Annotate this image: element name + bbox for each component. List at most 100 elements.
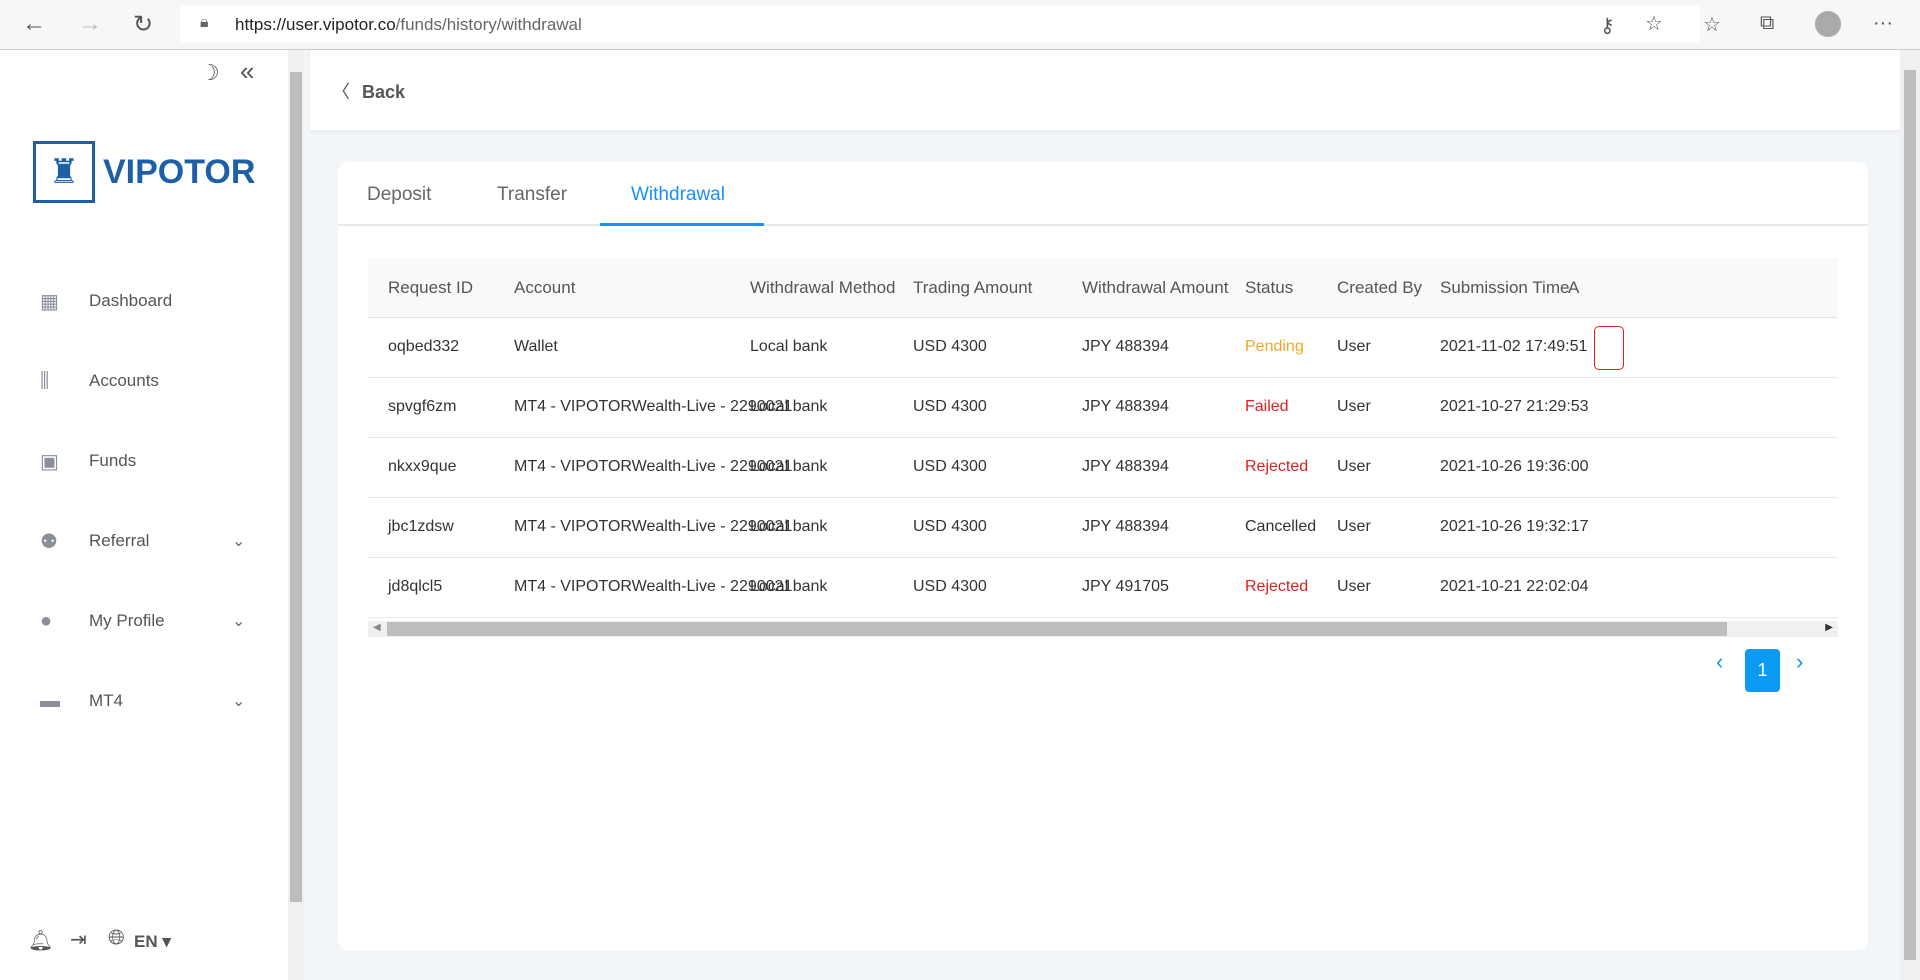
profile-avatar[interactable] [1815,11,1841,37]
language-label: EN [134,932,158,951]
favorite-add-icon[interactable]: ☆ [1645,11,1663,36]
sidebar-item-label: Funds [89,451,137,470]
sidebar-item-my-profile[interactable]: ● My Profile ⌄ [0,596,288,646]
lock-icon: 🔒︎ [200,14,209,31]
page-scrollbar[interactable] [1900,50,1920,980]
cell-withdrawal-method: Local bank [750,518,828,535]
favorites-icon[interactable]: ☆ [1703,12,1721,37]
globe-icon[interactable]: 🌐︎ [108,926,125,950]
next-page-button[interactable]: › [1796,649,1803,675]
history-card: Deposit Transfer Withdrawal Request ID Ac… [338,162,1868,950]
sidebar-item-label: MT4 [89,691,123,710]
cell-status: Rejected [1245,578,1309,595]
column-header-withdrawal-amount: Withdrawal Amount [1082,278,1229,297]
tab-transfer[interactable]: Transfer [497,184,567,206]
page-button-current[interactable]: 1 [1745,649,1780,692]
back-arrow-icon[interactable]: ← [22,10,46,38]
sidebar-item-label: Referral [89,531,150,550]
accounts-icon: ⫼ [40,369,50,392]
logo-text: VIPOTOR [103,152,256,191]
sidebar: ☽ « ♜ VIPOTOR ▦ Dashboard ⫼ Accounts ▣ Fund… [0,50,288,980]
logo: ♜ VIPOTOR [33,141,255,203]
sidebar-item-mt4[interactable]: ▬ MT4 ⌄ [0,676,288,726]
tab-deposit[interactable]: Deposit [367,184,431,206]
table-row: jbc1zdsw MT4 - VIPOTORWealth-Live - 22900… [368,498,1838,558]
table-row: nkxx9que MT4 - VIPOTORWealth-Live - 22900… [368,438,1838,498]
cell-created-by: User [1337,578,1371,595]
url-text: https://user.vipotor.co/funds/history/wi… [235,15,582,35]
reload-icon[interactable]: ↻ [133,10,153,39]
cell-account: Wallet [514,338,558,355]
sidebar-item-accounts[interactable]: ⫼ Accounts [0,356,288,406]
forward-arrow-icon[interactable]: → [78,10,102,38]
tab-withdrawal[interactable]: Withdrawal [631,184,725,206]
url-path: /funds/history/withdrawal [395,15,582,34]
table-row: spvgf6zm MT4 - VIPOTORWealth-Live - 22900… [368,378,1838,438]
table-row: oqbed332 Wallet Local bank USD 4300 JPY 4883… [368,318,1838,378]
collapse-sidebar-icon[interactable]: « [240,56,254,87]
cell-trading-amount: USD 4300 [913,398,987,415]
chevron-down-icon: ⌄ [232,533,246,550]
cancel-request-button[interactable] [1594,326,1624,370]
column-header-action: A [1568,278,1580,297]
column-header-created-by: Created By [1337,278,1423,297]
scrollbar-thumb[interactable] [1904,70,1916,960]
cell-withdrawal-method: Local bank [750,398,828,415]
table-row: jd8qlcl5 MT4 - VIPOTORWealth-Live - 22900… [368,558,1838,618]
cell-request-id: spvgf6zm [388,398,457,415]
cell-created-by: User [1337,458,1371,475]
cell-submission-time: 2021-10-21 22:02:04 [1440,578,1589,595]
column-header-account: Account [514,278,576,297]
cell-withdrawal-method: Local bank [750,458,828,475]
page-header: 〈 Back [310,50,1900,130]
dark-mode-icon[interactable]: ☽ [200,60,220,86]
referral-icon: ⚉ [40,530,58,553]
logout-icon[interactable]: ⇥ [70,927,87,952]
cell-status: Pending [1245,338,1304,355]
dashboard-icon: ▦ [40,290,59,313]
scroll-left-icon[interactable]: ◀ [373,622,381,633]
sidebar-item-funds[interactable]: ▣ Funds [0,436,288,486]
column-header-trading-amount: Trading Amount [913,278,1033,297]
sidebar-scrollbar[interactable] [288,50,304,980]
cell-created-by: User [1337,518,1371,535]
cell-status: Failed [1245,398,1289,415]
back-button[interactable]: 〈 Back [332,78,405,104]
mt4-icon: ▬ [40,689,60,712]
cell-withdrawal-amount: JPY 488394 [1082,338,1169,355]
sidebar-item-referral[interactable]: ⚉ Referral ⌄ [0,516,288,566]
table-horizontal-scrollbar[interactable]: ◀ ▶ [368,621,1838,637]
sidebar-item-dashboard[interactable]: ▦ Dashboard [0,276,288,326]
table-header: Request ID Account Withdrawal Method Tradin… [368,258,1838,318]
cell-created-by: User [1337,398,1371,415]
chevron-down-icon: ⌄ [232,693,246,710]
cell-trading-amount: USD 4300 [913,518,987,535]
address-bar[interactable]: 🔒︎ https://user.vipotor.co/funds/history… [180,5,1700,43]
cell-status: Rejected [1245,458,1309,475]
sidebar-item-label: Dashboard [89,291,173,310]
language-select[interactable]: EN ▾ [134,932,171,952]
column-header-status: Status [1245,278,1294,297]
cell-trading-amount: USD 4300 [913,338,987,355]
prev-page-button[interactable]: ‹ [1716,649,1723,675]
chevron-left-icon: 〈 [332,82,350,102]
cell-created-by: User [1337,338,1371,355]
chevron-down-icon: ⌄ [232,613,246,630]
cell-submission-time: 2021-10-26 19:32:17 [1440,518,1589,535]
bell-icon[interactable]: 🔔︎ [28,928,53,953]
scroll-right-icon[interactable]: ▶ [1825,622,1833,633]
column-header-withdrawal-method: Withdrawal Method [750,278,896,297]
sidebar-item-label: My Profile [89,611,165,630]
cell-submission-time: 2021-10-27 21:29:53 [1440,398,1589,415]
cell-withdrawal-amount: JPY 488394 [1082,458,1169,475]
column-header-request-id: Request ID [388,278,474,297]
cell-withdrawal-amount: JPY 491705 [1082,578,1169,595]
cell-request-id: oqbed332 [388,338,460,355]
scrollbar-thumb[interactable] [387,622,1727,636]
more-icon[interactable]: ··· [1873,12,1893,35]
collections-icon[interactable]: ⧉ [1760,12,1774,35]
key-icon[interactable]: ⚷ [1600,13,1615,38]
cell-request-id: nkxx9que [388,458,457,475]
scrollbar-thumb[interactable] [290,72,302,902]
cell-withdrawal-amount: JPY 488394 [1082,398,1169,415]
